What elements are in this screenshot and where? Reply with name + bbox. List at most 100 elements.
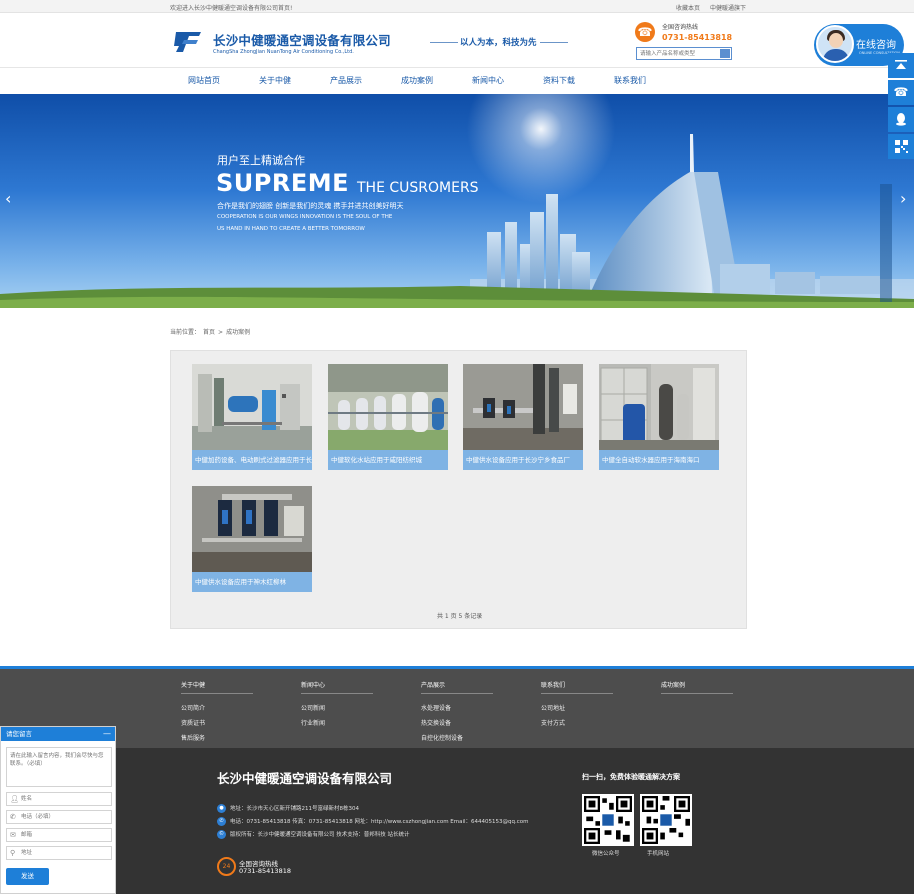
site-header: 长沙中健暖通空调设备有限公司 ChangSha ZhongJian NuanTo… [0,13,914,67]
footer-company-name: 长沙中健暖通空调设备有限公司 [217,771,393,786]
company-logo-icon[interactable] [170,26,206,56]
wechat-qr-label: 微信公众号 [592,851,620,857]
minimize-icon[interactable]: — [103,727,111,741]
phone-icon[interactable]: ☎ [888,80,914,105]
footer-link[interactable]: 水处理设备 [421,703,451,712]
case-photo [192,364,312,450]
footer-col-head[interactable]: 联系我们 [541,680,565,689]
footer-link[interactable]: 自控化控制设备 [421,733,463,742]
cases-panel: 中健加药设备、电动刷式过滤器应用于长沙某水厂 中健软化水站应用于咸阳纺织城 [170,350,747,629]
city-skyline-graphic [0,134,914,308]
case-title[interactable]: 中健供水设备应用于神木红柳林 [192,572,312,592]
case-title[interactable]: 中健供水设备应用于长沙宁乡食品厂 [463,450,583,470]
consultant-avatar [816,25,854,63]
slogan-divider [540,42,568,43]
footer-info: 长沙中健暖通空调设备有限公司 ● 地址：长沙市天心区新开铺路211号富绿新村8栋3… [0,748,914,894]
location-icon: ⚲ [10,849,16,857]
top-links: 收藏本页 中健暖通旗下 [676,3,754,12]
footer-hotline-number: 0731-85413818 [239,867,291,875]
case-title[interactable]: 中健全自动软水器应用于海南海口 [599,450,719,470]
footer-col-head[interactable]: 关于中健 [181,680,205,689]
case-photo [599,364,719,450]
case-title[interactable]: 中健软化水站应用于咸阳纺织城 [328,450,448,470]
breadcrumb-current[interactable]: 成功案例 [226,329,250,336]
breadcrumb-home[interactable]: 首页 [203,329,215,336]
case-card[interactable]: 中健供水设备应用于神木红柳林 [192,486,312,592]
hotline-label: 全国咨询热线 [662,24,699,31]
case-title[interactable]: 中健加药设备、电动刷式过滤器应用于长沙某水厂 [192,450,312,470]
divider [421,693,493,694]
brand-name: 长沙中健暖通空调设备有限公司 [213,33,391,48]
location-icon: ● [217,804,226,813]
send-button[interactable]: 发送 [6,868,49,885]
address-field: ⚲ [6,846,112,860]
footer-copyright: © 版权所有：长沙中健暖通空调设备有限公司 技术支持：普邦科技 站长统计 [217,830,410,839]
search-input[interactable] [637,48,719,59]
main-nav: 网站首页 关于中健 产品展示 成功案例 新闻中心 资料下载 联系我们 [0,67,914,94]
name-field: 👤︎ [6,792,112,806]
banner-prev-arrow-icon[interactable]: ‹ [5,189,11,208]
case-card[interactable]: 中健加药设备、电动刷式过滤器应用于长沙某水厂 [192,364,312,470]
case-card[interactable]: 中健全自动软水器应用于海南海口 [599,364,719,470]
search-button[interactable] [720,49,730,58]
footer-link[interactable]: 热交换设备 [421,718,451,727]
nav-about[interactable]: 关于中健 [259,75,291,86]
breadcrumb-label: 当前位置： [170,329,201,336]
footer-col-contact: 联系我们 公司地址 支付方式 [541,680,613,727]
banner-subheadline: THE CUSROMERS [357,180,479,196]
slogan: 以人为本，科技为先 [460,38,537,48]
email-field: ✉ [6,828,112,842]
consult-title: 在线咨询 [856,40,896,51]
nav-downloads[interactable]: 资料下载 [543,75,575,86]
phone-input[interactable] [21,811,109,823]
case-photo [328,364,448,450]
footer-links: 关于中健 公司简介 资质证书 售后服务 新闻中心 公司新闻 行业新闻 产品展示 … [0,666,914,748]
mobile-qr-label: 手机网站 [647,851,670,857]
footer-col-head[interactable]: 新闻中心 [301,680,325,689]
case-photo [192,486,312,572]
nav-contact[interactable]: 联系我们 [614,75,646,86]
banner-line-1: 合作是我们的翅膀 创新是我们的灵魂 携手并进共创美好明天 [217,202,404,210]
footer-address: ● 地址：长沙市天心区新开铺路211号富绿新村8栋304 [217,804,359,813]
phone-icon: ✆ [217,817,226,826]
hotline-phone-icon: ☎ [635,22,655,42]
email-input[interactable] [21,829,109,841]
user-icon: 👤︎ [10,795,19,803]
footer-link[interactable]: 资质证书 [181,718,205,727]
footer-col-news: 新闻中心 公司新闻 行业新闻 [301,680,373,727]
breadcrumb: 当前位置： 首页 > 成功案例 [170,327,253,336]
banner-line-3: US HAND IN HAND TO CREATE A BETTER TOMOR… [217,226,365,232]
divider [541,693,613,694]
mail-icon: ✉ [10,831,16,839]
footer-link[interactable]: 支付方式 [541,718,565,727]
nav-products[interactable]: 产品展示 [330,75,362,86]
banner-next-arrow-icon[interactable]: › [900,189,906,208]
footer-link[interactable]: 公司简介 [181,703,205,712]
footer-col-head[interactable]: 产品展示 [421,680,445,689]
top-bar: 欢迎进入长沙中健暖通空调设备有限公司首页! 收藏本页 中健暖通旗下 [0,0,914,13]
name-input[interactable] [21,793,109,805]
footer-contact: ✆ 电话：0731-85413818 传真：0731-85413818 网址：ht… [217,817,529,826]
footer-link[interactable]: 公司新闻 [301,703,325,712]
footer-col-head[interactable]: 成功案例 [661,680,685,689]
message-widget: 请您留言 — 👤︎ ✆ ✉ ⚲ 发送 [0,726,116,894]
footer-link[interactable]: 售后服务 [181,733,205,742]
case-card[interactable]: 中健供水设备应用于长沙宁乡食品厂 [463,364,583,470]
footer-link[interactable]: 公司地址 [541,703,565,712]
group-link[interactable]: 中健暖通旗下 [710,5,746,12]
address-input[interactable] [21,847,109,859]
divider [661,693,733,694]
bookmark-link[interactable]: 收藏本页 [676,5,700,12]
message-textarea[interactable] [6,747,112,787]
nav-news[interactable]: 新闻中心 [472,75,504,86]
phone-field: ✆ [6,810,112,824]
back-to-top-icon[interactable] [888,53,914,78]
copyright-icon: © [217,830,226,839]
nav-home[interactable]: 网站首页 [188,75,220,86]
qq-icon[interactable] [888,107,914,132]
case-photo [463,364,583,450]
case-card[interactable]: 中健软化水站应用于咸阳纺织城 [328,364,448,470]
footer-link[interactable]: 行业新闻 [301,718,325,727]
nav-cases[interactable]: 成功案例 [401,75,433,86]
qrcode-icon[interactable] [888,134,914,159]
